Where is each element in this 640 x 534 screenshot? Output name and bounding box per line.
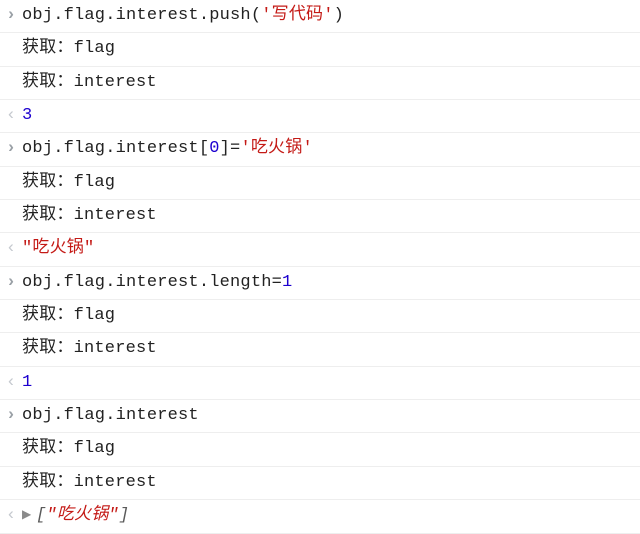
log-content: 获取：interest [22,335,640,363]
console-log-row: 获取：flag [0,167,640,200]
log-gutter [0,302,22,303]
log-content: 获取：interest [22,69,640,97]
output-prompt-icon: ‹ [0,235,22,262]
code-token: 0 [209,139,219,158]
result-number: 1 [22,373,32,392]
console-input-row: ›obj.flag.interest.push('写代码') [0,0,640,33]
input-content: obj.flag.interest.length=1 [22,269,640,297]
console-input-row: ›obj.flag.interest[0]='吃火锅' [0,133,640,166]
code-token: '吃火锅' [240,139,312,158]
code-token: obj.flag.interest.push( [22,6,261,25]
log-gutter [0,335,22,336]
result-content[interactable]: "吃火锅" [22,235,640,263]
console-log-row: 获取：interest [0,333,640,366]
output-prompt-icon: ‹ [0,102,22,129]
log-gutter [0,435,22,436]
array-element: "吃火锅" [46,506,118,525]
log-content: 获取：flag [22,302,640,330]
result-content[interactable]: 1 [22,369,640,397]
log-content: 获取：interest [22,469,640,497]
console-log-row: 获取：flag [0,300,640,333]
result-number: 3 [22,106,32,125]
console-log-row: 获取：flag [0,433,640,466]
output-prompt-icon: ‹ [0,369,22,396]
log-content: 获取：interest [22,202,640,230]
code-token: obj.flag.interest.length= [22,273,282,292]
console-input-row: ›obj.flag.interest [0,400,640,433]
log-gutter [0,169,22,170]
console-log-row: 获取：interest [0,467,640,500]
input-prompt-icon: › [0,2,22,29]
code-token: '写代码' [261,6,333,25]
input-prompt-icon: › [0,135,22,162]
result-string: "吃火锅" [22,239,94,258]
console-log-row: 获取：interest [0,67,640,100]
input-prompt-icon: › [0,269,22,296]
console-result-row: ‹"吃火锅" [0,233,640,266]
log-gutter [0,469,22,470]
code-token: ) [334,6,344,25]
console-log-row: 获取：flag [0,33,640,66]
bracket-close: ] [119,506,129,525]
code-token: obj.flag.interest [22,406,199,425]
console-log-row: 获取：interest [0,200,640,233]
result-array[interactable]: ["吃火锅"] [36,506,129,525]
input-content: obj.flag.interest [22,402,640,430]
devtools-console[interactable]: ›obj.flag.interest.push('写代码')获取：flag获取：… [0,0,640,534]
log-gutter [0,69,22,70]
input-content: obj.flag.interest.push('写代码') [22,2,640,30]
console-result-row: ‹1 [0,367,640,400]
log-gutter [0,35,22,36]
log-gutter [0,202,22,203]
input-content: obj.flag.interest[0]='吃火锅' [22,135,640,163]
result-content[interactable]: 3 [22,102,640,130]
log-content: 获取：flag [22,35,640,63]
console-result-row: ‹3 [0,100,640,133]
console-input-row: ›obj.flag.interest.length=1 [0,267,640,300]
disclosure-triangle-icon[interactable]: ▶ [22,506,34,525]
log-content: 获取：flag [22,435,640,463]
console-result-row: ‹▶["吃火锅"] [0,500,640,533]
log-content: 获取：flag [22,169,640,197]
input-prompt-icon: › [0,402,22,429]
code-token: ]= [220,139,241,158]
bracket-open: [ [36,506,46,525]
result-content[interactable]: ▶["吃火锅"] [22,502,640,530]
code-token: obj.flag.interest[ [22,139,209,158]
code-token: 1 [282,273,292,292]
output-prompt-icon: ‹ [0,502,22,529]
